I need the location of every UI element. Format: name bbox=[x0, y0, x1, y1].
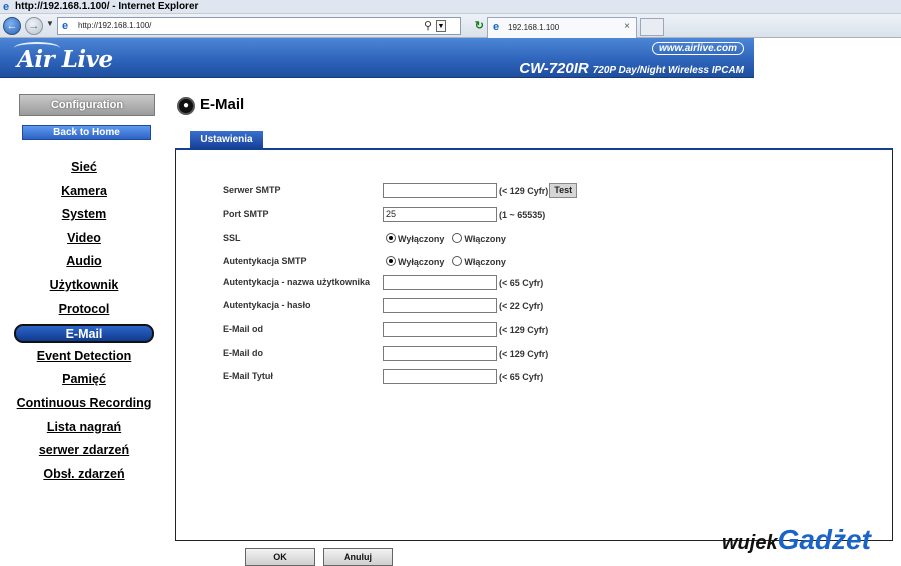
smtp-server-row: Serwer SMTP (< 129 Cyfr) Test bbox=[223, 183, 823, 203]
mail-subject-label: E-Mail Tytuł bbox=[223, 371, 273, 381]
mail-to-hint: (< 129 Cyfr) bbox=[499, 348, 549, 359]
mail-from-hint: (< 129 Cyfr) bbox=[499, 324, 549, 335]
mail-subject-row: E-Mail Tytuł (< 65 Cyfr) bbox=[223, 369, 823, 389]
close-tab-icon[interactable]: × bbox=[624, 21, 630, 32]
back-to-home-button[interactable]: Back to Home bbox=[22, 125, 151, 140]
auth-pass-input[interactable] bbox=[383, 298, 497, 314]
watermark-part2: Gadżet bbox=[777, 524, 871, 555]
sidebar-item[interactable]: Kamera bbox=[0, 181, 168, 205]
window-titlebar: e http://192.168.1.100/ - Internet Explor… bbox=[0, 0, 901, 14]
radio-unselected-icon[interactable] bbox=[452, 233, 463, 244]
mail-to-row: E-Mail do (< 129 Cyfr) bbox=[223, 346, 823, 366]
mail-subject-hint: (< 65 Cyfr) bbox=[499, 371, 544, 382]
mail-from-label: E-Mail od bbox=[223, 324, 263, 334]
ie-page-icon: e bbox=[62, 20, 69, 32]
sidebar-menu: Sieć Kamera System Video Audio Użytkownik Prot… bbox=[0, 157, 168, 487]
auth-pass-row: Autentykacja - hasło (< 22 Cyfr) bbox=[223, 298, 823, 318]
sidebar-item[interactable]: E-Mail bbox=[14, 324, 154, 344]
configuration-button[interactable]: Configuration bbox=[19, 94, 155, 116]
tab-settings[interactable]: Ustawienia bbox=[190, 131, 263, 149]
sidebar-item[interactable]: Continuous Recording bbox=[0, 393, 168, 417]
mail-from-row: E-Mail od (< 129 Cyfr) bbox=[223, 322, 823, 342]
new-tab-button[interactable] bbox=[640, 18, 664, 36]
smtp-auth-radio-off[interactable]: Wyłączony bbox=[386, 256, 449, 267]
sidebar-item[interactable]: serwer zdarzeń bbox=[0, 440, 168, 464]
model-title: CW-720IR 720P Day/Night Wireless IPCAM bbox=[519, 60, 744, 78]
window-title: http://192.168.1.100/ - Internet Explore… bbox=[15, 1, 199, 12]
refresh-icon[interactable]: ↻ bbox=[475, 19, 484, 32]
address-bar[interactable]: e http://192.168.1.100/ ⚲ ▼ ↻ bbox=[57, 17, 484, 35]
sidebar-item[interactable]: Sieć bbox=[0, 157, 168, 181]
sidebar-item[interactable]: Obsł. zdarzeń bbox=[0, 464, 168, 488]
browser-tab[interactable]: e 192.168.1.100 × bbox=[487, 17, 637, 38]
sidebar-item[interactable]: Użytkownik bbox=[0, 275, 168, 299]
ssl-row: SSL Wyłączony Włączony bbox=[223, 233, 823, 251]
sidebar-item[interactable]: Lista nagrań bbox=[0, 417, 168, 441]
smtp-server-label: Serwer SMTP bbox=[223, 185, 281, 195]
watermark-part1: wujek bbox=[722, 532, 778, 554]
auth-user-hint: (< 65 Cyfr) bbox=[499, 277, 544, 288]
address-dropdown-icon[interactable]: ▼ bbox=[436, 20, 446, 32]
ie-logo-icon: e bbox=[3, 1, 10, 13]
settings-panel: Serwer SMTP (< 129 Cyfr) Test Port SMTP 2… bbox=[175, 150, 893, 541]
ssl-label: SSL bbox=[223, 233, 241, 243]
cancel-button[interactable]: Anuluj bbox=[323, 548, 393, 566]
smtp-port-row: Port SMTP 25 (1 ~ 65535) bbox=[223, 207, 823, 227]
auth-pass-hint: (< 22 Cyfr) bbox=[499, 300, 544, 311]
smtp-auth-row: Autentykacja SMTP Wyłączony Włączony bbox=[223, 256, 823, 274]
smtp-port-label: Port SMTP bbox=[223, 209, 269, 219]
sidebar-item[interactable]: Video bbox=[0, 228, 168, 252]
radio-selected-icon[interactable] bbox=[386, 233, 396, 244]
ssl-radio-on[interactable]: Włączony bbox=[452, 233, 511, 244]
smtp-port-hint: (1 ~ 65535) bbox=[499, 209, 546, 220]
auth-user-row: Autentykacja - nazwa użytkownika (< 65 C… bbox=[223, 275, 823, 295]
smtp-auth-radio-on[interactable]: Włączony bbox=[452, 256, 511, 267]
browser-tab-label: 192.168.1.100 bbox=[508, 23, 560, 32]
website-badge: www.airlive.com bbox=[652, 42, 744, 55]
search-icon[interactable]: ⚲ bbox=[424, 19, 432, 32]
smtp-server-hint: (< 129 Cyfr) bbox=[499, 185, 549, 196]
mail-from-input[interactable] bbox=[383, 322, 497, 338]
page-title: E-Mail bbox=[200, 96, 245, 113]
smtp-server-input[interactable] bbox=[383, 183, 497, 199]
smtp-test-button[interactable]: Test bbox=[549, 183, 578, 199]
radio-selected-icon[interactable] bbox=[386, 256, 396, 267]
ie-tab-icon: e bbox=[493, 21, 500, 33]
email-section-icon: ● bbox=[177, 97, 195, 115]
airlive-logo: Air Live bbox=[17, 46, 113, 73]
model-name: CW-720IR bbox=[519, 60, 589, 77]
sidebar-item[interactable]: Protocol bbox=[0, 299, 168, 323]
browser-navbar: ← → ▼ e http://192.168.1.100/ ⚲ ▼ ↻ e 19… bbox=[0, 14, 901, 38]
address-url[interactable]: http://192.168.1.100/ bbox=[78, 21, 151, 30]
mail-subject-input[interactable] bbox=[383, 369, 497, 385]
airlive-banner: Air Live www.airlive.com CW-720IR 720P Da… bbox=[0, 38, 754, 78]
mail-to-input[interactable] bbox=[383, 346, 497, 362]
smtp-port-input[interactable]: 25 bbox=[383, 207, 497, 223]
sidebar-item[interactable]: Audio bbox=[0, 251, 168, 275]
ok-button[interactable]: OK bbox=[245, 548, 315, 566]
auth-pass-label: Autentykacja - hasło bbox=[223, 300, 311, 310]
sidebar-item[interactable]: System bbox=[0, 204, 168, 228]
auth-user-label: Autentykacja - nazwa użytkownika bbox=[223, 277, 371, 287]
back-arrow-icon[interactable]: ← bbox=[3, 17, 21, 35]
history-dropdown-icon[interactable]: ▼ bbox=[46, 19, 54, 28]
forward-arrow-icon[interactable]: → bbox=[25, 17, 43, 35]
sidebar-item[interactable]: Event Detection bbox=[0, 346, 168, 370]
smtp-auth-label: Autentykacja SMTP bbox=[223, 256, 307, 266]
auth-user-input[interactable] bbox=[383, 275, 497, 291]
sidebar-item[interactable]: Pamięć bbox=[0, 369, 168, 393]
ssl-radio-off[interactable]: Wyłączony bbox=[386, 233, 449, 244]
radio-unselected-icon[interactable] bbox=[452, 256, 463, 267]
mail-to-label: E-Mail do bbox=[223, 348, 263, 358]
watermark-logo: wujekGadżet bbox=[722, 524, 871, 556]
model-description: 720P Day/Night Wireless IPCAM bbox=[592, 65, 744, 76]
